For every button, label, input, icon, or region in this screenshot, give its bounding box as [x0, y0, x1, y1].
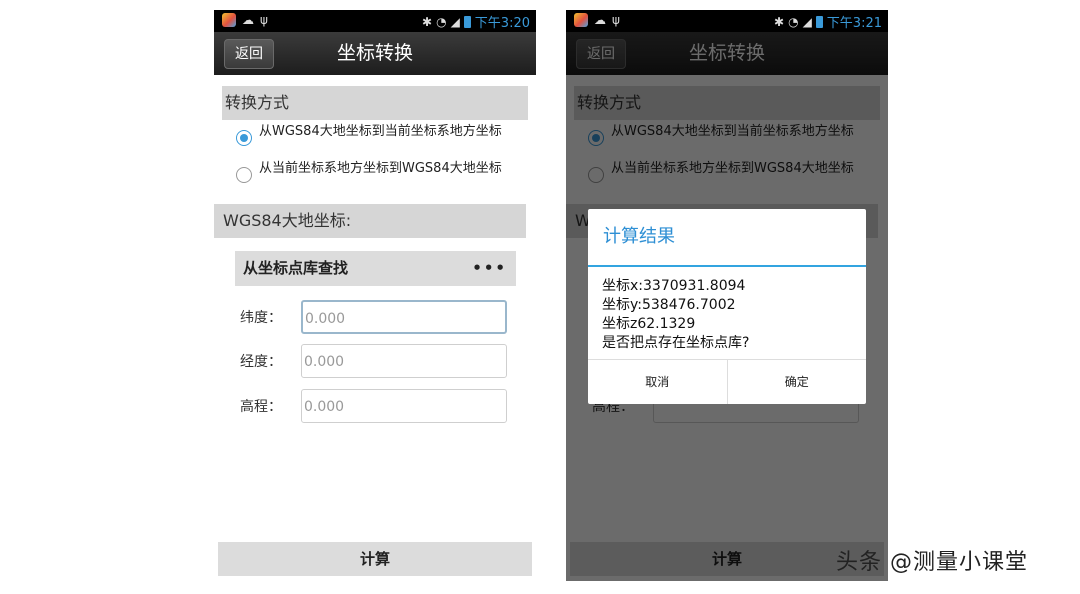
app-icon: [574, 13, 588, 27]
dialog-divider: [588, 265, 866, 267]
longitude-input[interactable]: 0.000: [301, 344, 507, 378]
more-icon[interactable]: •••: [472, 251, 507, 286]
latitude-label: 纬度：: [240, 310, 282, 326]
result-y: 坐标y:538476.7002: [602, 297, 736, 313]
longitude-row: 经度： 0.000: [240, 344, 510, 380]
back-button[interactable]: 返回: [224, 39, 274, 69]
conversion-method-header: 转换方式: [222, 86, 528, 120]
status-time: 下午3:20: [474, 16, 530, 31]
android-icon: ☁: [242, 13, 254, 27]
option-label: 从当前坐标系地方坐标到WGS84大地坐标: [259, 161, 502, 176]
status-bar: ☁ ψ ✱ ◔ ◢ 下午3:20: [214, 10, 536, 32]
wgs84-header: WGS84大地坐标:: [214, 204, 526, 238]
latitude-row: 纬度： 0.000: [240, 300, 510, 336]
signal-icon: ◢: [802, 14, 812, 29]
bluetooth-icon: ✱: [422, 14, 433, 29]
status-time: 下午3:21: [826, 16, 882, 31]
calculate-button[interactable]: 计算: [218, 542, 532, 576]
option-wgs-to-local[interactable]: 从WGS84大地坐标到当前坐标系地方坐标: [236, 124, 522, 146]
result-z: 坐标z62.1329: [602, 316, 696, 332]
confirm-button[interactable]: 确定: [726, 360, 867, 404]
radio-checked-icon[interactable]: [236, 130, 252, 146]
wifi-icon: ◔: [436, 14, 447, 29]
option-label: 从WGS84大地坐标到当前坐标系地方坐标: [259, 124, 502, 139]
result-dialog: 计算结果 坐标x:3370931.8094 坐标y:538476.7002 坐标…: [588, 209, 866, 404]
cancel-button[interactable]: 取消: [588, 360, 727, 404]
lookup-label: 从坐标点库查找: [243, 259, 349, 277]
usb-icon: ψ: [612, 13, 620, 27]
phone-screen-main: ☁ ψ ✱ ◔ ◢ 下午3:20 坐标转换 返回 转换方式 从WGS84大地坐标…: [214, 10, 536, 581]
signal-icon: ◢: [450, 14, 460, 29]
dialog-actions: 取消 确定: [588, 359, 866, 404]
watermark: 头条 @测量小课堂: [836, 550, 1028, 575]
elevation-input[interactable]: 0.000: [301, 389, 507, 423]
wifi-icon: ◔: [788, 14, 799, 29]
radio-unchecked-icon[interactable]: [236, 167, 252, 183]
battery-icon: [463, 15, 471, 28]
app-icon: [222, 13, 236, 27]
usb-icon: ψ: [260, 13, 268, 27]
option-local-to-wgs[interactable]: 从当前坐标系地方坐标到WGS84大地坐标: [236, 161, 522, 183]
dialog-title: 计算结果: [603, 226, 675, 247]
lookup-from-point-library-button[interactable]: 从坐标点库查找 •••: [235, 251, 516, 286]
elevation-row: 高程： 0.000: [240, 389, 510, 425]
battery-icon: [815, 15, 823, 28]
title-bar: 坐标转换 返回: [214, 32, 536, 75]
latitude-input[interactable]: 0.000: [301, 300, 507, 334]
bluetooth-icon: ✱: [774, 14, 785, 29]
android-icon: ☁: [594, 13, 606, 27]
result-x: 坐标x:3370931.8094: [602, 278, 746, 294]
dialog-message: 坐标x:3370931.8094 坐标y:538476.7002 坐标z62.1…: [602, 277, 749, 353]
elevation-label: 高程：: [240, 399, 282, 415]
status-bar: ☁ ψ ✱ ◔ ◢ 下午3:21: [566, 10, 888, 32]
phone-screen-result: ☁ ψ ✱ ◔ ◢ 下午3:21 坐标转换 返回 转换方式 从WGS84大地坐标…: [566, 10, 888, 581]
save-prompt: 是否把点存在坐标点库?: [602, 335, 750, 351]
longitude-label: 经度：: [240, 354, 282, 370]
